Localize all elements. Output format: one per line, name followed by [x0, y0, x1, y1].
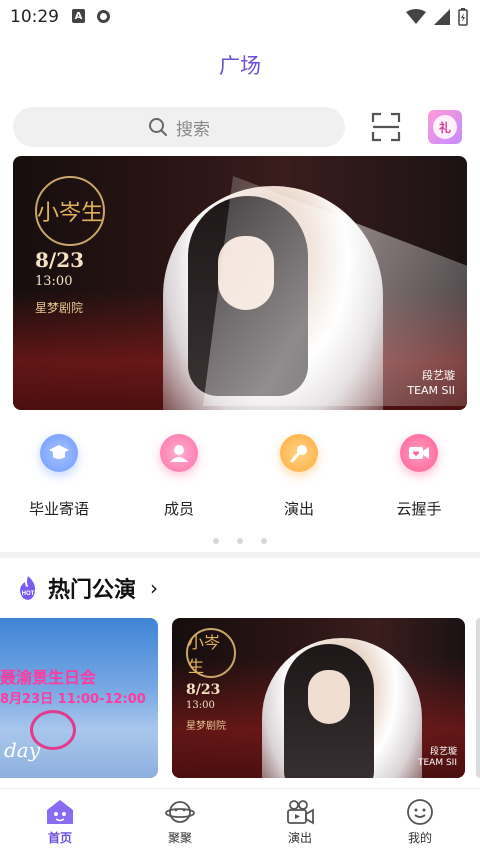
quick-nav-handshake[interactable]: 云握手 — [369, 430, 469, 519]
hot-shows-header[interactable]: HOT 热门公演 › — [16, 572, 158, 604]
bottom-nav: 首页 聚聚 演出 我的 — [0, 788, 480, 853]
card-face — [308, 670, 350, 724]
banner-signature: 段艺璇 TEAM SII — [407, 369, 455, 398]
search-input[interactable]: 搜索 — [13, 107, 345, 147]
show-card-performance[interactable]: 小岑生 8/23 13:00 星梦剧院 段艺璇 TEAM SII — [172, 618, 465, 778]
chevron-right-icon: › — [150, 576, 159, 600]
quick-nav-shows[interactable]: 演出 — [249, 430, 349, 519]
smiley-icon — [405, 797, 435, 827]
card-script-text: day — [4, 738, 41, 762]
quick-nav-label: 成员 — [163, 500, 194, 518]
card-title: 聂渝景生日会 — [0, 668, 97, 687]
carousel-indicator — [0, 538, 480, 544]
banner-date: 8/23 — [35, 248, 85, 272]
card-logo: 小岑生 — [186, 628, 236, 678]
status-time: 10:29 — [10, 7, 59, 27]
nav-label: 我的 — [407, 831, 432, 845]
quick-nav-graduation[interactable]: 毕业寄语 — [9, 430, 109, 519]
planet-icon — [165, 797, 195, 827]
nav-gatherings[interactable]: 聚聚 — [135, 797, 225, 846]
nav-label: 首页 — [47, 831, 72, 845]
section-title: 热门公演 — [48, 578, 137, 603]
card-venue: 星梦剧院 — [186, 721, 226, 732]
carousel-dot — [261, 538, 267, 544]
section-divider — [0, 552, 480, 558]
quick-nav-members[interactable]: 成员 — [129, 430, 229, 519]
scan-icon — [371, 112, 401, 142]
carousel-dot — [213, 538, 219, 544]
search-placeholder: 搜索 — [176, 119, 210, 140]
page-title: 广场 — [219, 54, 261, 78]
card-signature: 段艺璇 TEAM SII — [418, 747, 457, 770]
card-date: 8/23 — [186, 682, 221, 698]
members-icon — [160, 434, 198, 472]
banner-time: 13:00 — [35, 274, 73, 289]
status-bar: 10:29 A — [0, 0, 480, 34]
app-notification-icon: A — [72, 9, 85, 23]
nav-label: 演出 — [287, 831, 312, 845]
gift-icon: 礼 — [433, 115, 457, 139]
quick-nav-label: 演出 — [283, 500, 314, 518]
hot-icon: HOT — [16, 575, 40, 601]
quick-nav-label: 云握手 — [396, 500, 442, 518]
quick-nav: 毕业寄语 成员 演出 云握手 — [0, 430, 480, 530]
sync-notification-icon — [97, 9, 110, 23]
video-heart-icon — [400, 434, 438, 472]
scan-button[interactable] — [370, 111, 402, 143]
gift-button[interactable]: 礼 — [428, 110, 462, 144]
banner-venue: 星梦剧院 — [35, 301, 84, 315]
card-time: 8月23日 11:00-12:00 — [0, 692, 146, 707]
nav-home[interactable]: 首页 — [15, 797, 105, 846]
hot-badge-text: HOT — [22, 591, 35, 597]
status-notifications: A — [72, 9, 110, 23]
home-icon — [45, 797, 75, 827]
signal-icon — [434, 9, 450, 25]
card-member-name: 段艺璇 — [429, 746, 457, 757]
banner-team: TEAM SII — [407, 383, 455, 397]
nav-label: 聚聚 — [167, 831, 192, 845]
card-logo-text: 小岑生 — [188, 633, 221, 676]
next-card-peek[interactable] — [476, 618, 480, 778]
banner-date-block: 8/23 13:00 星梦剧院 — [35, 248, 84, 316]
nav-profile[interactable]: 我的 — [375, 797, 465, 846]
quick-nav-label: 毕业寄语 — [28, 500, 89, 518]
banner-logo: 小岑生 — [35, 176, 105, 246]
banner-logo-text: 小岑生 — [37, 201, 104, 226]
search-icon — [149, 118, 167, 136]
graduation-cap-icon — [40, 434, 78, 472]
promo-banner[interactable]: 小岑生 8/23 13:00 星梦剧院 段艺璇 TEAM SII — [13, 156, 467, 410]
nav-shows[interactable]: 演出 — [255, 797, 345, 846]
card-date-block: 8/23 13:00 星梦剧院 — [186, 682, 226, 732]
microphone-icon — [280, 434, 318, 472]
card-time: 13:00 — [186, 700, 215, 711]
banner-member-name: 段艺璇 — [422, 369, 455, 383]
carousel-dot — [237, 538, 243, 544]
status-system-icons — [406, 8, 468, 26]
card-team: TEAM SII — [418, 758, 457, 769]
battery-icon — [458, 8, 468, 26]
video-camera-icon — [285, 797, 315, 827]
show-card-birthday[interactable]: 聂渝景生日会 8月23日 11:00-12:00 day — [0, 618, 158, 778]
wifi-icon — [406, 9, 426, 24]
